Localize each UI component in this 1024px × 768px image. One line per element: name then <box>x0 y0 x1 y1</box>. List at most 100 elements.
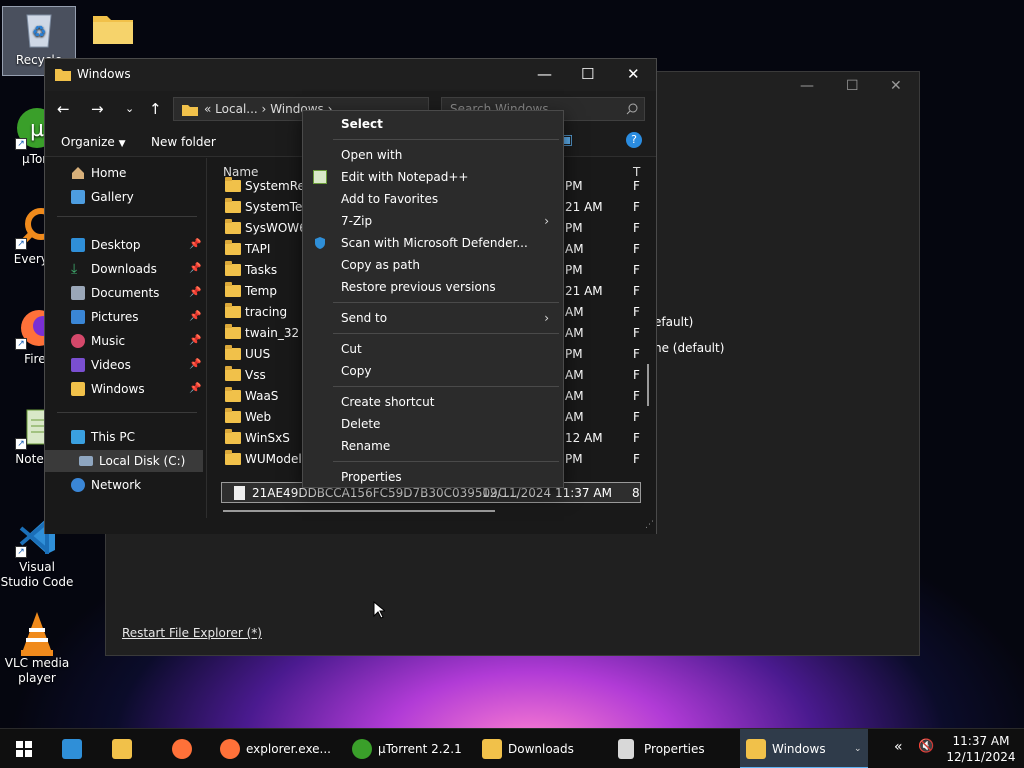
file-date: 21 AM <box>565 284 603 298</box>
menu-separator <box>333 139 559 140</box>
breadcrumb-local-disk[interactable]: Local... <box>215 102 258 116</box>
system-clock[interactable]: 11:37 AM 12/11/2024 <box>946 733 1016 765</box>
close-icon[interactable]: ✕ <box>890 78 902 94</box>
menu-item-label: Select <box>341 117 383 131</box>
breadcrumb-separator[interactable]: › <box>262 102 267 116</box>
menu-item-cut[interactable]: Cut <box>303 338 563 360</box>
sidebar-item-this-pc[interactable]: This PC <box>45 426 203 448</box>
menu-item-label: 7-Zip <box>341 214 373 228</box>
chevron-down-icon[interactable]: ⌄ <box>854 729 862 768</box>
desktop-icon-vlc[interactable]: VLC media player <box>0 610 74 686</box>
sidebar-item-documents[interactable]: Documents 📌 <box>45 282 203 304</box>
maximize-button[interactable]: ☐ <box>581 65 594 83</box>
title-bar[interactable]: Windows — ☐ ✕ <box>45 59 656 91</box>
menu-item-copy[interactable]: Copy <box>303 360 563 382</box>
volume-muted-icon[interactable]: 🔇 <box>918 739 934 754</box>
desktop-icon <box>71 238 85 252</box>
menu-item-copy-as-path[interactable]: Copy as path <box>303 254 563 276</box>
back-arrow-icon[interactable]: ← <box>57 100 70 118</box>
mouse-cursor-icon <box>373 601 385 619</box>
menu-item-create-shortcut[interactable]: Create shortcut <box>303 391 563 413</box>
recent-locations-chevron-icon[interactable]: ⌄ <box>125 102 134 115</box>
menu-item-label: Copy <box>341 364 372 378</box>
shortcut-arrow-icon: ↗ <box>15 438 27 450</box>
option-text-2: ne (default) <box>654 341 725 355</box>
minimize-button[interactable]: — <box>537 65 552 83</box>
restart-file-explorer-link[interactable]: Restart File Explorer (*) <box>122 626 262 640</box>
menu-item-label: Cut <box>341 342 362 356</box>
file-type: F <box>633 221 640 235</box>
taskbar-desktop-button[interactable] <box>54 729 94 768</box>
taskbar-item-explorer-exe[interactable]: explorer.exe... <box>214 729 340 768</box>
taskbar-firefox-button[interactable] <box>164 729 204 768</box>
minimize-icon[interactable]: — <box>800 78 814 94</box>
sidebar-item-desktop[interactable]: Desktop 📌 <box>45 234 203 256</box>
new-folder-button[interactable]: New folder <box>151 135 216 149</box>
start-button[interactable] <box>8 729 42 768</box>
sidebar-item-gallery[interactable]: Gallery <box>45 186 203 208</box>
show-hidden-icons-chevron-icon[interactable]: « <box>894 739 903 755</box>
resize-grip-icon[interactable]: ⋰ <box>645 520 654 530</box>
menu-item-rename[interactable]: Rename <box>303 435 563 457</box>
breadcrumb-overflow[interactable]: « <box>204 102 211 116</box>
taskbar-item-utorrent[interactable]: µTorrent 2.2.1 <box>346 729 470 768</box>
window-title: Windows <box>77 67 131 81</box>
up-arrow-icon[interactable]: ↑ <box>149 100 162 118</box>
file-name: twain_32 <box>245 326 300 340</box>
menu-item-edit-notepadpp[interactable]: Edit with Notepad++ <box>303 166 563 188</box>
close-button[interactable]: ✕ <box>627 65 640 83</box>
taskbar-item-downloads[interactable]: Downloads <box>476 729 606 768</box>
folder-icon <box>225 345 241 360</box>
file-type: F <box>633 179 640 193</box>
sidebar-item-network[interactable]: Network <box>45 474 203 496</box>
sidebar-item-label: Downloads <box>91 262 157 276</box>
menu-item-properties[interactable]: Properties <box>303 466 563 488</box>
file-date: PM <box>565 452 583 466</box>
folder-icon <box>225 177 241 192</box>
clock-time: 11:37 AM <box>952 734 1010 748</box>
option-text-1: efault) <box>654 315 694 329</box>
file-type: F <box>633 326 640 340</box>
file-name: WUModels <box>245 452 308 466</box>
sidebar-item-label: Windows <box>91 382 145 396</box>
file-date: 12 AM <box>565 431 603 445</box>
file-type: F <box>633 452 640 466</box>
menu-item-open-with[interactable]: Open with <box>303 144 563 166</box>
sidebar-item-music[interactable]: Music 📌 <box>45 330 203 352</box>
clock-date: 12/11/2024 <box>946 750 1016 764</box>
sidebar-item-videos[interactable]: Videos 📌 <box>45 354 203 376</box>
menu-item-add-favorites[interactable]: Add to Favorites <box>303 188 563 210</box>
file-date: AM <box>565 242 584 256</box>
taskbar-file-explorer-button[interactable] <box>104 729 144 768</box>
menu-item-scan-defender[interactable]: Scan with Microsoft Defender... <box>303 232 563 254</box>
horizontal-scrollbar[interactable] <box>223 510 495 512</box>
file-name: WinSxS <box>245 431 290 445</box>
maximize-icon[interactable]: ☐ <box>846 78 859 94</box>
help-icon[interactable]: ? <box>626 132 642 148</box>
menu-item-7zip[interactable]: 7-Zip › <box>303 210 563 232</box>
shield-icon <box>315 237 325 249</box>
forward-arrow-icon[interactable]: → <box>91 100 104 118</box>
menu-separator <box>333 461 559 462</box>
navigation-pane: Home Gallery Desktop 📌 ⤓ Downloads 📌 Doc… <box>45 158 207 518</box>
sidebar-item-downloads[interactable]: ⤓ Downloads 📌 <box>45 258 203 280</box>
taskbar-item-label: Properties <box>644 742 705 756</box>
taskbar-item-windows[interactable]: Windows ⌄ <box>740 729 868 768</box>
menu-item-select[interactable]: Select <box>303 113 563 135</box>
sidebar-item-windows[interactable]: Windows 📌 <box>45 378 203 400</box>
menu-separator <box>333 333 559 334</box>
menu-item-send-to[interactable]: Send to › <box>303 307 563 329</box>
folder-icon <box>225 219 241 234</box>
sidebar-item-home[interactable]: Home <box>45 162 203 184</box>
sidebar-item-pictures[interactable]: Pictures 📌 <box>45 306 203 328</box>
taskbar-item-properties[interactable]: Properties <box>612 729 736 768</box>
properties-icon <box>618 739 634 759</box>
menu-item-restore-previous[interactable]: Restore previous versions <box>303 276 563 298</box>
organize-button[interactable]: Organize ▼ <box>61 135 126 149</box>
sidebar-item-local-disk[interactable]: Local Disk (C:) <box>45 450 203 472</box>
desktop-icon-folder[interactable] <box>76 8 150 52</box>
menu-item-delete[interactable]: Delete <box>303 413 563 435</box>
menu-item-label: Copy as path <box>341 258 420 272</box>
vertical-scrollbar[interactable] <box>647 364 649 406</box>
file-name: tracing <box>245 305 288 319</box>
